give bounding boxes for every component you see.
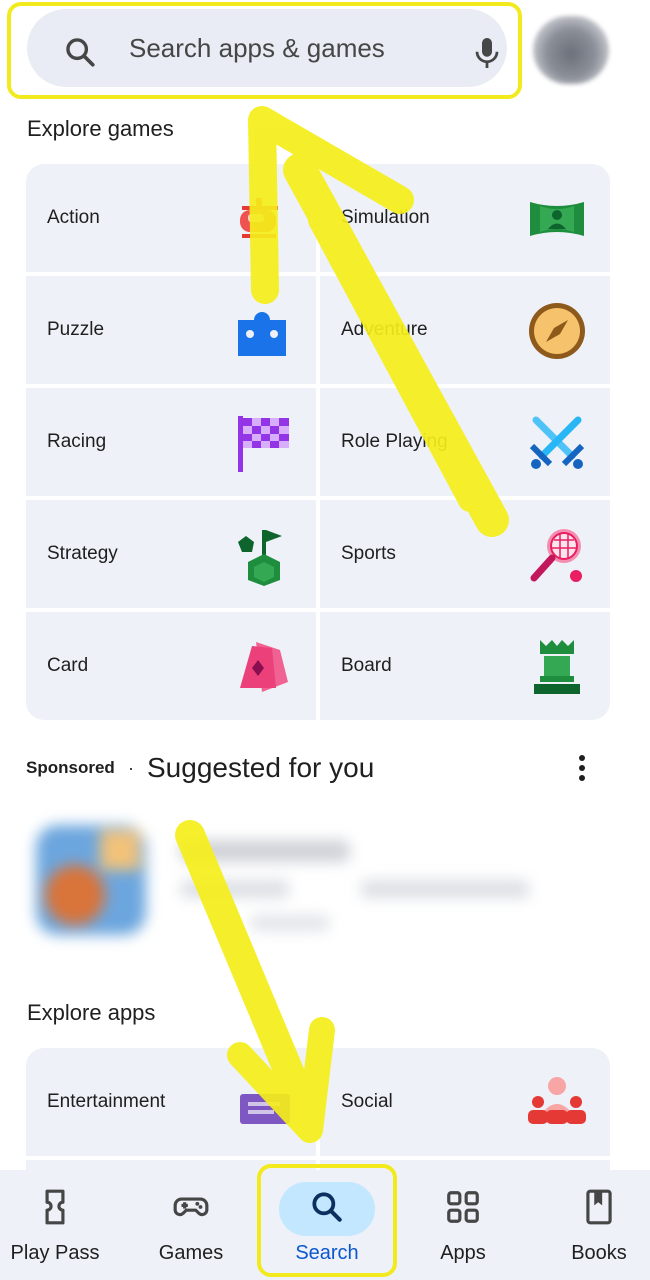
category-label: Action — [47, 207, 100, 228]
people-icon — [528, 1077, 586, 1124]
nav-label: Play Pass — [10, 1242, 100, 1264]
category-label: Puzzle — [47, 319, 105, 340]
category-adventure[interactable]: Adventure — [320, 276, 610, 384]
sponsored-label: Sponsored — [26, 758, 115, 777]
category-label: Role Playing — [341, 431, 448, 452]
category-simulation[interactable]: Simulation — [320, 164, 610, 272]
category-card[interactable]: Card — [26, 612, 316, 720]
category-board[interactable]: Board — [320, 612, 610, 720]
nav-games[interactable]: Games — [136, 1170, 246, 1280]
apps-grid-icon — [447, 1191, 479, 1223]
category-sports[interactable]: Sports — [320, 500, 610, 608]
search-icon — [312, 1192, 342, 1222]
explore-apps-title: Explore apps — [27, 1000, 156, 1025]
nav-label: Books — [571, 1242, 627, 1264]
gamepad-icon — [173, 1197, 209, 1217]
category-puzzle[interactable]: Puzzle — [26, 276, 316, 384]
book-icon — [586, 1189, 612, 1225]
category-label: Simulation — [341, 207, 430, 228]
chess-rook-icon — [534, 640, 580, 694]
nav-label: Games — [158, 1242, 224, 1264]
more-vert-icon[interactable] — [570, 752, 594, 784]
avatar[interactable] — [533, 16, 609, 84]
strategy-flag-icon — [238, 530, 282, 586]
category-label: Card — [47, 655, 89, 676]
nav-books[interactable]: Books — [544, 1170, 650, 1280]
category-label: Social — [341, 1091, 393, 1112]
clapperboard-icon — [240, 1094, 290, 1124]
category-label: Board — [341, 655, 392, 676]
playing-cards-icon — [240, 642, 288, 692]
nav-play-pass[interactable]: Play Pass — [0, 1170, 110, 1280]
puzzle-piece-icon — [238, 312, 286, 356]
category-label: Adventure — [341, 319, 428, 340]
checkered-flag-icon — [238, 416, 289, 472]
mic-icon[interactable] — [472, 35, 502, 71]
blurred-ad-image — [36, 825, 530, 935]
category-strategy[interactable]: Strategy — [26, 500, 316, 608]
app-categories-grid: Entertainment Social — [26, 1048, 610, 1172]
nav-search[interactable]: Search — [272, 1170, 382, 1280]
category-social[interactable]: Social — [320, 1048, 610, 1156]
panorama-person-icon — [530, 202, 584, 236]
category-label: Racing — [47, 431, 107, 452]
category-entertainment[interactable]: Entertainment — [26, 1048, 316, 1156]
crossed-swords-icon — [529, 416, 585, 469]
compass-icon — [529, 303, 585, 359]
search-icon — [66, 38, 95, 67]
category-role-playing[interactable]: Role Playing — [320, 388, 610, 496]
sponsored-app-card[interactable] — [0, 800, 650, 960]
game-categories-grid: Action Simulation Puzzle Adventure Racin… — [26, 164, 610, 720]
bottom-navigation: Play Pass Games Search Apps Books — [0, 1170, 650, 1280]
search-placeholder: Search apps & games — [129, 33, 385, 63]
tennis-racket-icon — [530, 529, 582, 582]
helicopter-icon — [240, 198, 278, 238]
ticket-icon — [45, 1189, 65, 1225]
category-label: Sports — [341, 543, 396, 564]
explore-games-title: Explore games — [27, 116, 174, 141]
search-bar[interactable]: Search apps & games — [27, 9, 507, 87]
category-label: Strategy — [47, 543, 118, 564]
category-label: Entertainment — [47, 1091, 166, 1112]
category-action[interactable]: Action — [26, 164, 316, 272]
nav-label: Search — [295, 1242, 359, 1264]
separator-dot: · — [128, 758, 134, 778]
category-racing[interactable]: Racing — [26, 388, 316, 496]
nav-apps[interactable]: Apps — [408, 1170, 518, 1280]
nav-label: Apps — [440, 1242, 486, 1264]
suggested-title: Suggested for you — [147, 752, 375, 783]
